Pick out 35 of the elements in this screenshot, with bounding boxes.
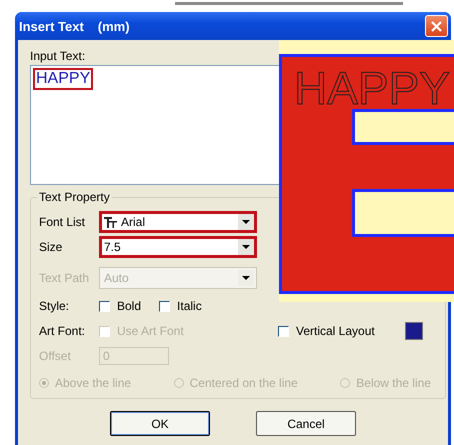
close-button[interactable] — [425, 15, 448, 37]
radio-label: Above the line — [55, 376, 132, 390]
field-label: Input Text: — [30, 49, 86, 63]
field-label: Font List — [39, 215, 86, 229]
typed-text: HAPPY — [33, 68, 94, 90]
dropdown-button[interactable] — [238, 239, 254, 255]
field-label: Art Font: — [39, 324, 86, 338]
dropdown-button[interactable] — [238, 214, 254, 230]
checkbox-label: Use Art Font — [117, 324, 184, 338]
field-label: Size — [39, 240, 62, 254]
close-icon — [431, 20, 442, 32]
field-label: Style: — [39, 299, 70, 313]
checkbox-label: Italic — [177, 299, 202, 313]
unit-label: (mm) — [98, 18, 130, 34]
checkbox[interactable]: Italic — [159, 299, 202, 313]
font-type-icon — [104, 216, 117, 228]
checkbox[interactable]: Vertical Layout — [278, 324, 375, 338]
dropdown[interactable]: Arial — [99, 211, 257, 233]
dialog-button[interactable]: Cancel — [256, 411, 356, 436]
checkbox-label: Vertical Layout — [296, 324, 375, 338]
outline-text: HAPPY — [294, 65, 450, 111]
window-title: Insert Text — [19, 18, 84, 34]
caret-icon — [242, 220, 250, 224]
checkbox[interactable]: Bold — [99, 299, 142, 313]
checkbox-label: Bold — [117, 299, 142, 313]
field-label: Offset — [39, 349, 71, 363]
field-label: Text Path — [39, 271, 90, 285]
color-swatch[interactable] — [405, 322, 423, 340]
radio-label: Below the line — [356, 376, 431, 390]
caret-icon — [242, 276, 250, 280]
group-title: Text Property — [37, 190, 112, 204]
dropdown[interactable]: 7.5 — [99, 236, 257, 258]
caret-icon — [242, 245, 250, 249]
dialog-button[interactable]: OK — [110, 411, 210, 436]
text-input-field[interactable]: HAPPY — [30, 65, 279, 185]
